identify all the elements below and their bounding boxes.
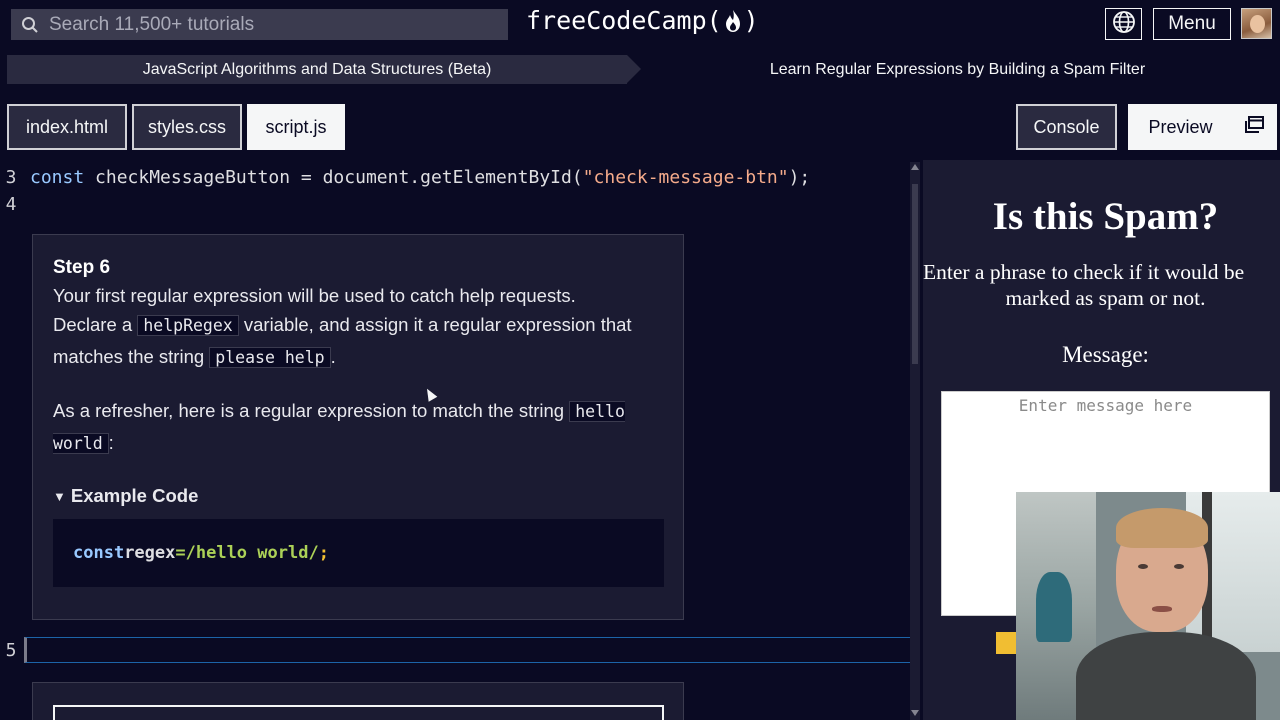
lower-panel bbox=[32, 682, 684, 720]
menu-button[interactable]: Menu bbox=[1153, 8, 1231, 40]
triangle-down-icon: ▼ bbox=[53, 488, 66, 504]
line-number: 4 bbox=[5, 193, 17, 215]
tab-index-html[interactable]: index.html bbox=[7, 104, 127, 150]
scroll-thumb[interactable] bbox=[912, 184, 918, 364]
preview-title: Is this Spam? bbox=[992, 195, 1219, 238]
code-keyword: const bbox=[30, 166, 85, 188]
line-number: 3 bbox=[5, 166, 17, 188]
user-avatar[interactable] bbox=[1241, 8, 1272, 39]
example-code-toggle[interactable]: ▼ Example Code bbox=[53, 485, 198, 507]
inline-code: helpRegex bbox=[137, 315, 239, 336]
editable-code-region[interactable] bbox=[24, 637, 916, 663]
code-editor[interactable]: 3 const checkMessageButton = document.ge… bbox=[0, 160, 920, 720]
code-line-4[interactable]: 4 bbox=[0, 190, 22, 218]
example-code-block: const regex = /hello world/; bbox=[53, 519, 664, 587]
inline-code: please help bbox=[209, 347, 331, 368]
webcam-overlay bbox=[1016, 492, 1280, 720]
code-text: checkMessageButton = document.getElement… bbox=[84, 166, 583, 188]
scroll-up-arrow-icon[interactable] bbox=[911, 164, 919, 170]
breadcrumb-course[interactable]: JavaScript Algorithms and Data Structure… bbox=[7, 55, 641, 84]
console-button[interactable]: Console bbox=[1016, 104, 1117, 150]
scroll-down-arrow-icon[interactable] bbox=[911, 710, 919, 716]
code-string: "check-message-btn" bbox=[582, 166, 789, 188]
breadcrumb: JavaScript Algorithms and Data Structure… bbox=[7, 55, 1273, 84]
search-icon bbox=[11, 16, 49, 34]
code-line-3[interactable]: 3 const checkMessageButton = document.ge… bbox=[0, 163, 811, 191]
search-bar[interactable] bbox=[11, 9, 508, 40]
step-description-panel: Step 6 Your first regular expression wil… bbox=[32, 234, 684, 620]
code-text-end: ); bbox=[788, 166, 811, 188]
logo-text-left: freeCodeCamp( bbox=[526, 6, 722, 35]
globe-icon bbox=[1112, 10, 1136, 39]
step-paragraph-1: Your first regular expression will be us… bbox=[53, 285, 576, 306]
external-window-icon bbox=[1243, 115, 1265, 140]
preview-button[interactable]: Preview bbox=[1128, 104, 1231, 150]
preview-subtitle-line-1: Enter a phrase to check if it would be bbox=[923, 260, 1245, 284]
language-button[interactable] bbox=[1105, 8, 1142, 40]
freecodecamp-logo[interactable]: freeCodeCamp( ) bbox=[526, 6, 759, 35]
top-navbar: freeCodeCamp( ) Menu bbox=[0, 0, 1280, 50]
check-code-button-outline[interactable] bbox=[53, 705, 664, 720]
preview-subtitle-line-2: marked as spam or not. bbox=[1005, 286, 1206, 310]
line-number: 5 bbox=[5, 639, 17, 661]
breadcrumb-project[interactable]: Learn Regular Expressions by Building a … bbox=[642, 55, 1273, 84]
search-input[interactable] bbox=[49, 13, 489, 36]
step-title: Step 6 bbox=[53, 257, 111, 278]
preview-message-label: Message: bbox=[1062, 342, 1149, 367]
flame-icon bbox=[723, 8, 743, 34]
editor-scrollbar[interactable] bbox=[910, 162, 920, 720]
step-paragraph-3: As a refresher, here is a regular expres… bbox=[53, 400, 625, 454]
tab-styles-css[interactable]: styles.css bbox=[132, 104, 242, 150]
logo-text-right: ) bbox=[743, 6, 759, 35]
preview-popout-button[interactable] bbox=[1231, 104, 1277, 150]
code-line-5-input[interactable]: 5 bbox=[0, 637, 916, 663]
tab-script-js[interactable]: script.js bbox=[247, 104, 345, 150]
step-paragraph-2: Declare a helpRegex variable, and assign… bbox=[53, 314, 632, 368]
